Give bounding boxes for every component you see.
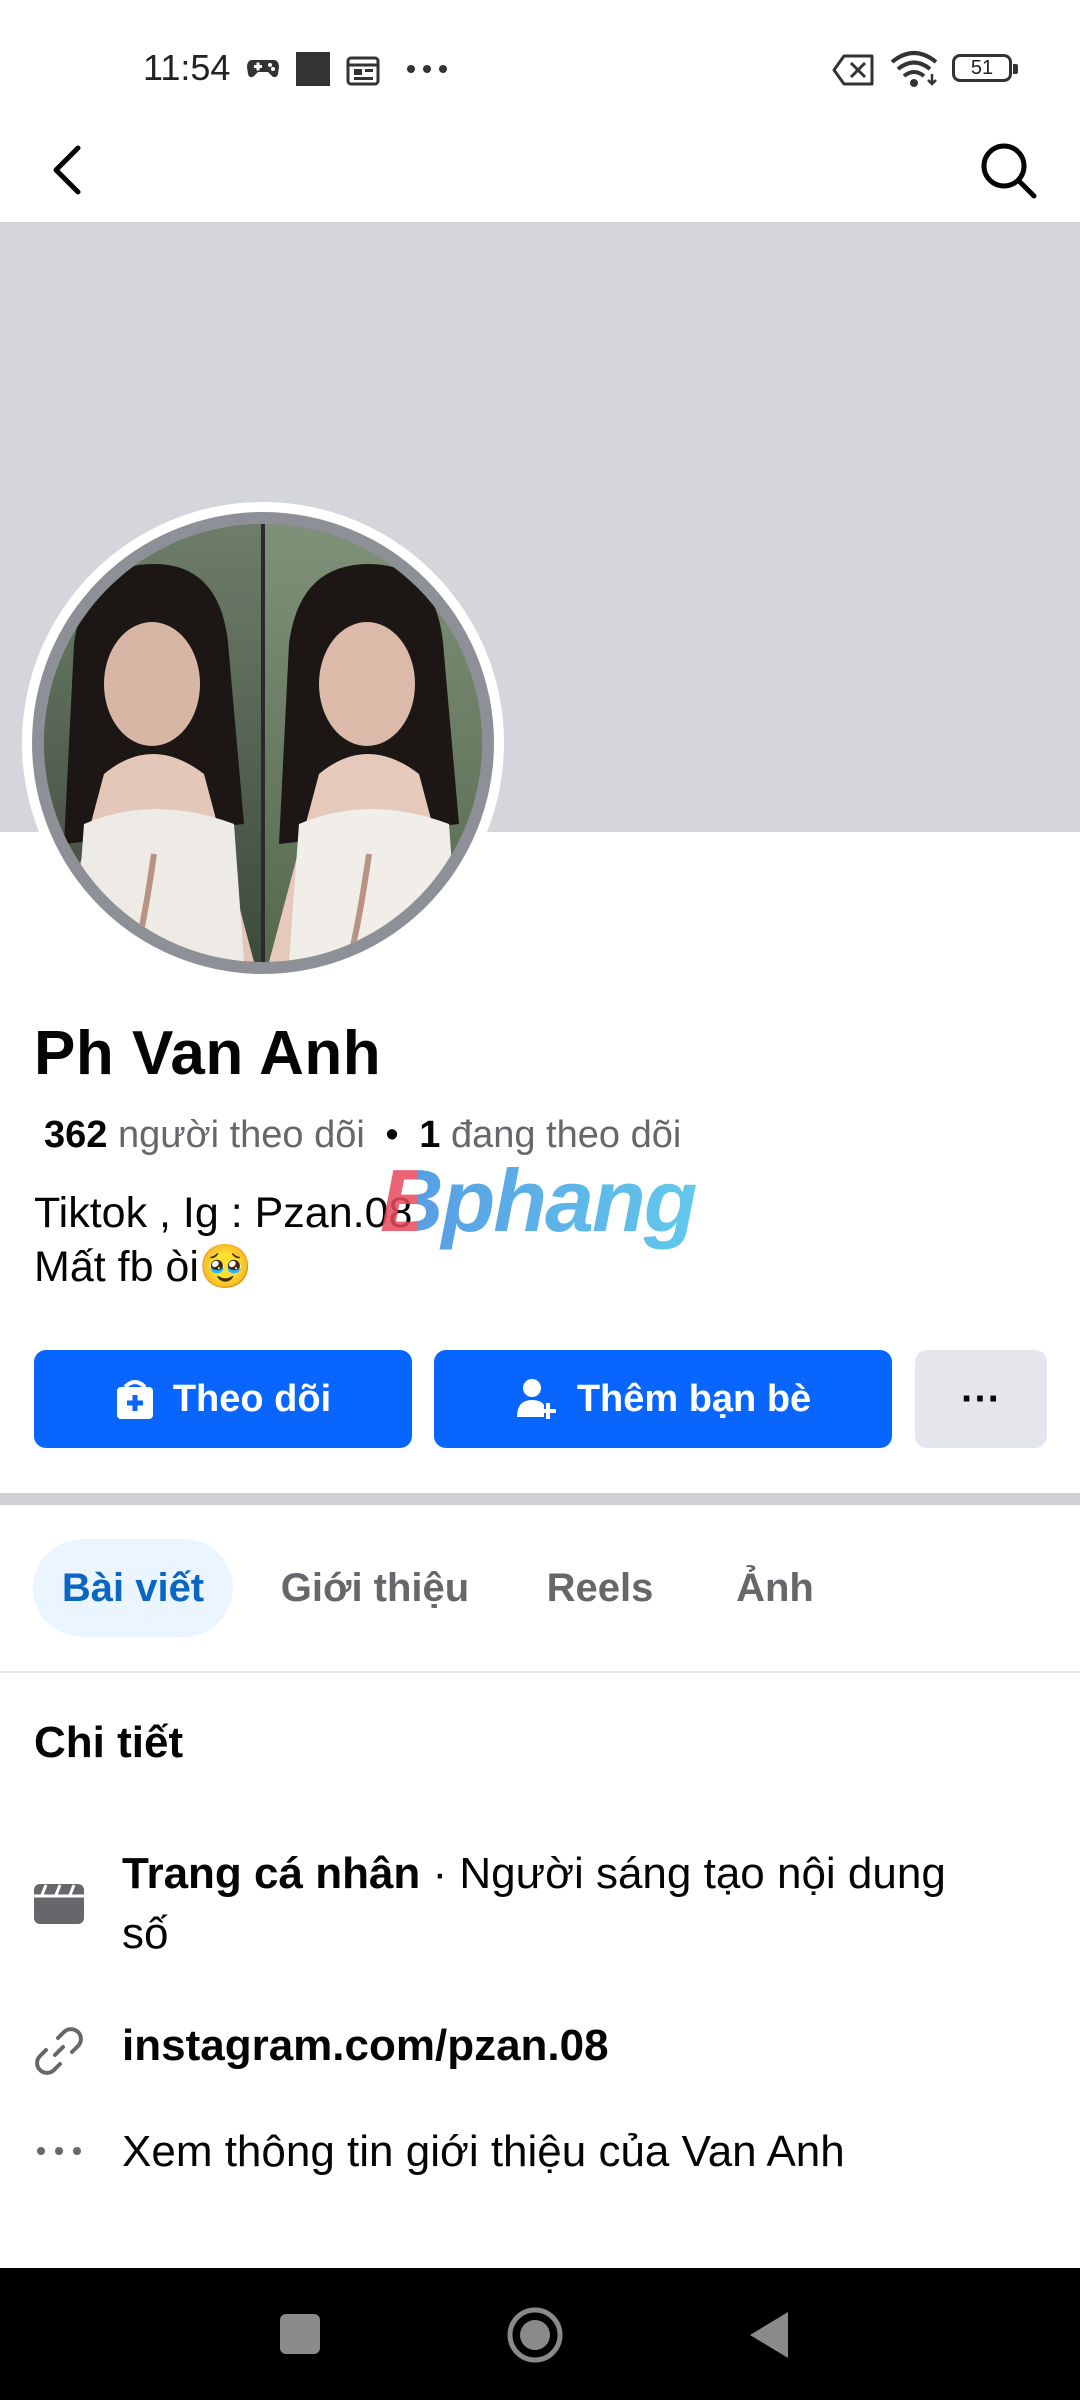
more-actions-button[interactable]: ···: [915, 1350, 1047, 1448]
wifi-icon: [890, 51, 938, 87]
follow-button[interactable]: Theo dõi: [34, 1350, 412, 1448]
more-dots-icon: [37, 2147, 81, 2155]
profile-tabs: Bài viết Giới thiệu Reels Ảnh: [0, 1535, 1080, 1645]
tab-reels[interactable]: Reels: [530, 1539, 670, 1637]
profile-name: Ph Van Anh: [34, 1019, 382, 1088]
link-icon: [35, 2027, 83, 2075]
more-dots-icon: ···: [961, 1376, 1001, 1421]
detail-page-type-text: Trang cá nhân · Người sáng tạo nội dung …: [122, 1844, 1002, 1964]
calendar-icon: [346, 56, 380, 86]
follow-icon: [116, 1380, 153, 1419]
add-friend-button[interactable]: Thêm bạn bè: [434, 1350, 892, 1448]
no-sim-icon: [832, 54, 874, 86]
search-icon[interactable]: [976, 138, 1040, 202]
bio-line-1: Tiktok , Ig : Pzan.08: [34, 1189, 413, 1237]
gamepad-icon: [247, 60, 279, 78]
details-title: Chi tiết: [34, 1718, 184, 1767]
tabs-divider: [0, 1671, 1080, 1673]
follow-button-label: Theo dõi: [172, 1377, 332, 1420]
back-button[interactable]: [748, 2310, 792, 2360]
see-about-info[interactable]: Xem thông tin giới thiệu của Van Anh: [122, 2122, 1002, 2182]
section-divider: [0, 1493, 1080, 1505]
followers-label[interactable]: người theo dõi: [118, 1114, 365, 1156]
profile-picture[interactable]: [22, 502, 504, 984]
battery-indicator: 51: [952, 54, 1018, 82]
home-button[interactable]: [506, 2306, 564, 2364]
instagram-link[interactable]: instagram.com/pzan.08: [122, 2016, 1002, 2076]
more-notifications-icon: [407, 65, 447, 73]
profile-picture-image: [44, 524, 482, 962]
watermark-logo: Bphang: [380, 1151, 698, 1250]
bio-line-2: Mất fb òi🥹: [34, 1243, 253, 1291]
tab-posts[interactable]: Bài viết: [33, 1539, 233, 1637]
tab-photos[interactable]: Ảnh: [720, 1539, 830, 1637]
status-time: 11:54: [143, 47, 231, 88]
back-arrow-icon[interactable]: [40, 140, 100, 200]
followers-count[interactable]: 362: [44, 1114, 107, 1156]
profile-bio: Tiktok , Ig : Pzan.08 Mất fb òi🥹: [34, 1186, 412, 1294]
square-notification-icon: [296, 52, 330, 86]
clapperboard-icon: [34, 1884, 84, 1924]
add-friend-icon: [516, 1379, 556, 1419]
system-navigation-bar: [0, 2268, 1080, 2400]
recent-apps-button[interactable]: [280, 2314, 320, 2354]
status-bar: 11:54 51: [0, 0, 1080, 140]
add-friend-button-label: Thêm bạn bè: [576, 1377, 812, 1420]
top-navigation: [0, 120, 1080, 220]
page-type-label: Trang cá nhân: [122, 1849, 421, 1898]
tab-about[interactable]: Giới thiệu: [270, 1539, 480, 1637]
